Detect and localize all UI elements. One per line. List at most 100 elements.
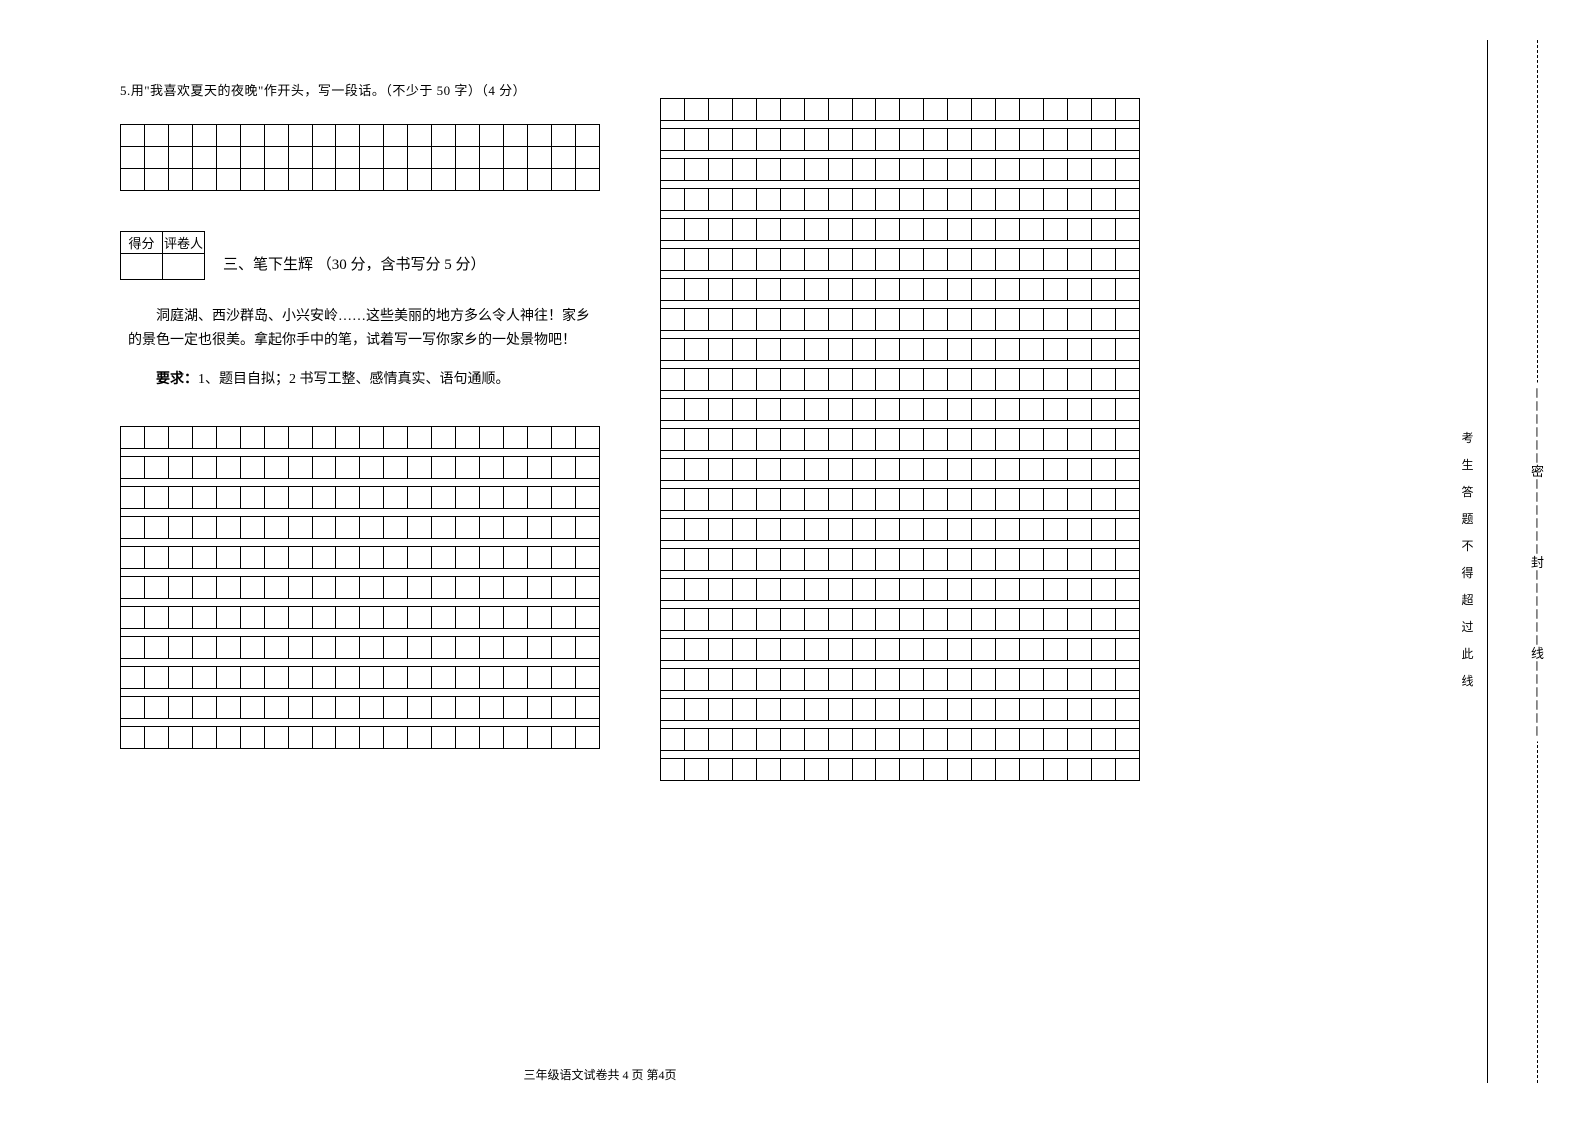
grid-cell[interactable] — [1067, 489, 1091, 511]
grid-cell[interactable] — [924, 429, 948, 451]
grid-cell[interactable] — [1115, 99, 1139, 121]
grid-cell[interactable] — [732, 99, 756, 121]
grid-cell[interactable] — [828, 249, 852, 271]
grid-cell[interactable] — [708, 729, 732, 751]
grid-cell[interactable] — [924, 399, 948, 421]
grid-cell[interactable] — [504, 697, 528, 719]
grid-cell[interactable] — [121, 607, 145, 629]
grid-cell[interactable] — [804, 189, 828, 211]
grid-cell[interactable] — [708, 129, 732, 151]
grid-cell[interactable] — [852, 759, 876, 781]
grid-cell[interactable] — [1091, 489, 1115, 511]
grid-cell[interactable] — [780, 549, 804, 571]
grid-cell[interactable] — [828, 399, 852, 421]
grid-cell[interactable] — [996, 369, 1020, 391]
grid-cell[interactable] — [384, 457, 408, 479]
grid-cell[interactable] — [240, 487, 264, 509]
grid-cell[interactable] — [900, 369, 924, 391]
grid-cell[interactable] — [948, 759, 972, 781]
grid-cell[interactable] — [1067, 729, 1091, 751]
grid-cell[interactable] — [527, 547, 551, 569]
grid-cell[interactable] — [900, 549, 924, 571]
grid-cell[interactable] — [264, 607, 288, 629]
grid-cell[interactable] — [900, 639, 924, 661]
grid-cell[interactable] — [708, 159, 732, 181]
grid-cell[interactable] — [336, 457, 360, 479]
grid-cell[interactable] — [336, 727, 360, 749]
grid-cell[interactable] — [972, 519, 996, 541]
grid-cell[interactable] — [948, 729, 972, 751]
grid-cell[interactable] — [972, 609, 996, 631]
grid-cell[interactable] — [996, 489, 1020, 511]
grid-cell[interactable] — [852, 249, 876, 271]
grid-cell[interactable] — [1044, 699, 1068, 721]
grid-cell[interactable] — [996, 639, 1020, 661]
grid-cell[interactable] — [661, 729, 685, 751]
grid-cell[interactable] — [828, 519, 852, 541]
grid-cell[interactable] — [708, 549, 732, 571]
grid-cell[interactable] — [732, 549, 756, 571]
grid-cell[interactable] — [708, 669, 732, 691]
grid-cell[interactable] — [121, 517, 145, 539]
grid-cell[interactable] — [948, 129, 972, 151]
grid-cell[interactable] — [732, 339, 756, 361]
grid-cell[interactable] — [1091, 339, 1115, 361]
grid-cell[interactable] — [996, 339, 1020, 361]
grid-cell[interactable] — [924, 159, 948, 181]
grid-cell[interactable] — [828, 219, 852, 241]
grid-cell[interactable] — [900, 189, 924, 211]
grid-cell[interactable] — [240, 727, 264, 749]
grid-cell[interactable] — [168, 169, 192, 191]
grid-cell[interactable] — [216, 147, 240, 169]
grid-cell[interactable] — [527, 697, 551, 719]
grid-cell[interactable] — [780, 129, 804, 151]
grid-cell[interactable] — [972, 279, 996, 301]
grid-cell[interactable] — [144, 607, 168, 629]
grid-cell[interactable] — [661, 219, 685, 241]
grid-cell[interactable] — [336, 169, 360, 191]
grid-cell[interactable] — [780, 459, 804, 481]
grid-cell[interactable] — [708, 609, 732, 631]
grid-cell[interactable] — [732, 399, 756, 421]
grid-cell[interactable] — [756, 669, 780, 691]
grid-cell[interactable] — [804, 249, 828, 271]
grid-cell[interactable] — [216, 547, 240, 569]
grid-cell[interactable] — [948, 219, 972, 241]
grid-cell[interactable] — [876, 189, 900, 211]
grid-cell[interactable] — [1115, 129, 1139, 151]
writing-grid-left[interactable] — [120, 426, 600, 749]
grid-cell[interactable] — [972, 129, 996, 151]
grid-cell[interactable] — [480, 697, 504, 719]
grid-cell[interactable] — [876, 489, 900, 511]
grid-cell[interactable] — [828, 639, 852, 661]
grid-cell[interactable] — [456, 517, 480, 539]
grid-cell[interactable] — [408, 607, 432, 629]
grid-cell[interactable] — [780, 159, 804, 181]
grid-cell[interactable] — [804, 129, 828, 151]
grid-cell[interactable] — [1020, 129, 1044, 151]
grid-cell[interactable] — [264, 667, 288, 689]
grid-cell[interactable] — [756, 609, 780, 631]
grid-cell[interactable] — [972, 159, 996, 181]
grid-cell[interactable] — [144, 427, 168, 449]
grid-cell[interactable] — [216, 697, 240, 719]
grid-cell[interactable] — [661, 549, 685, 571]
grid-cell[interactable] — [756, 519, 780, 541]
grid-cell[interactable] — [1115, 579, 1139, 601]
grid-cell[interactable] — [756, 429, 780, 451]
grid-cell[interactable] — [168, 125, 192, 147]
grid-cell[interactable] — [900, 159, 924, 181]
grid-cell[interactable] — [876, 279, 900, 301]
grid-cell[interactable] — [876, 369, 900, 391]
grid-cell[interactable] — [384, 169, 408, 191]
grid-cell[interactable] — [684, 219, 708, 241]
grid-cell[interactable] — [780, 99, 804, 121]
grid-cell[interactable] — [336, 147, 360, 169]
grid-cell[interactable] — [480, 457, 504, 479]
grid-cell[interactable] — [828, 129, 852, 151]
grid-cell[interactable] — [732, 489, 756, 511]
grid-cell[interactable] — [1020, 369, 1044, 391]
grid-cell[interactable] — [780, 729, 804, 751]
grid-cell[interactable] — [900, 99, 924, 121]
grid-cell[interactable] — [924, 549, 948, 571]
